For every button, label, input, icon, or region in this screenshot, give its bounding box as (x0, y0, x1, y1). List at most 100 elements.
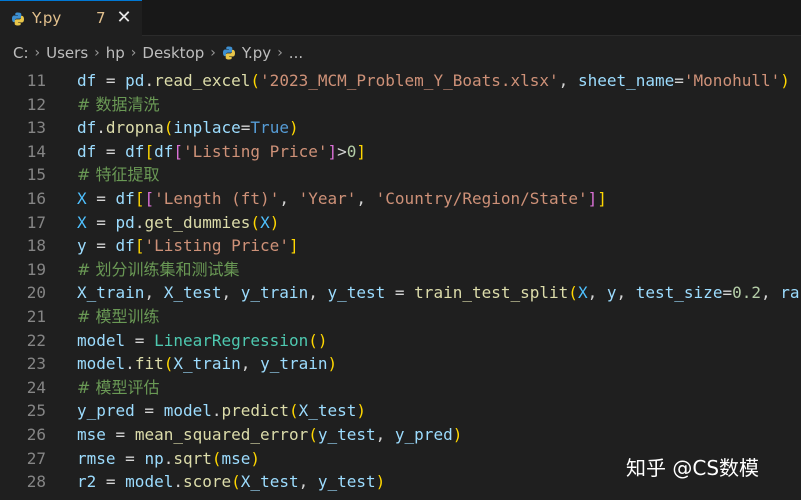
code-token: y_train (260, 354, 328, 374)
code-line[interactable]: 14 df = df[df['Listing Price']>0] (0, 140, 801, 164)
code-line[interactable]: 15 # 特征提取 (0, 163, 801, 187)
code-text: # 数据清洗 (77, 93, 160, 117)
editor-tab-bar: Y.py 7 ✕ (0, 0, 801, 36)
code-token: '2023_MCM_Problem_Y_Boats.xlsx' (260, 71, 559, 90)
code-token: mean_squared_error (134, 425, 309, 444)
code-line[interactable]: 18 y = df['Listing Price'] (0, 234, 801, 258)
python-icon (12, 12, 24, 26)
close-icon[interactable]: ✕ (116, 8, 132, 28)
code-line[interactable]: 20 X_train, X_test, y_train, y_test = tra… (0, 281, 801, 305)
code-token: df (115, 189, 135, 208)
code-token: ) (288, 118, 299, 138)
code-editor[interactable]: 11 df = pd.read_excel('2023_MCM_Problem_Y… (0, 69, 801, 500)
code-line[interactable]: 17 X = pd.get_dummies(X) (0, 211, 801, 235)
code-line[interactable]: 26 mse = mean_squared_error(y_test, y_pre… (0, 423, 801, 447)
code-line[interactable]: 24 # 模型评估 (0, 376, 801, 400)
code-token: LinearRegression (154, 330, 309, 350)
code-text: rmse = np.sqrt(mse) (77, 447, 260, 471)
breadcrumb-label: ... (288, 44, 304, 62)
breadcrumb-separator-icon: › (277, 45, 283, 61)
breadcrumb-label: Desktop (142, 44, 205, 62)
code-token: ( (308, 425, 318, 444)
code-token: ) (269, 212, 280, 232)
code-token: ( (163, 354, 174, 374)
code-token: inplace (173, 118, 241, 138)
code-token: predict (221, 401, 289, 421)
line-number: 13 (26, 118, 46, 138)
code-text: # 特征提取 (77, 163, 160, 187)
breadcrumb-item[interactable]: C: (13, 44, 29, 62)
code-token: # 数据清洗 (77, 94, 160, 114)
code-token: X_train (173, 354, 241, 374)
code-token: y_test (317, 425, 376, 444)
breadcrumb-item[interactable]: hp (106, 44, 125, 62)
breadcrumb-item[interactable]: Desktop (142, 44, 204, 62)
code-token: . (134, 212, 145, 232)
code-token: [ (144, 189, 155, 208)
code-token: , (144, 283, 164, 303)
code-token: rmse (77, 448, 116, 468)
code-token: score (182, 472, 232, 492)
code-line[interactable]: 12 # 数据清洗 (0, 93, 801, 117)
code-token: y_pred (394, 425, 453, 444)
code-token: pd (125, 71, 145, 90)
code-token: , (240, 354, 261, 374)
watermark-text: 知乎 @CS数模 (626, 456, 760, 480)
problem-count-badge: 7 (96, 9, 106, 27)
code-text: X_train, X_test, y_train, y_test = train… (77, 281, 801, 305)
code-line[interactable]: 11 df = pd.read_excel('2023_MCM_Problem_Y… (0, 69, 801, 93)
code-token: ] (597, 189, 607, 208)
code-token: # 特征提取 (77, 165, 160, 185)
breadcrumb-item[interactable]: ... (289, 44, 303, 62)
breadcrumb-item[interactable]: Y.py (222, 44, 271, 62)
code-token: ) (250, 448, 261, 468)
code-text: y = df['Listing Price'] (77, 234, 299, 258)
code-token: model (77, 354, 126, 374)
code-token: ran (780, 283, 801, 303)
breadcrumb-label: hp (105, 44, 125, 62)
breadcrumb-label: Y.py (241, 44, 272, 62)
code-token: # 划分训练集和测试集 (77, 259, 240, 279)
line-number: 18 (26, 236, 46, 256)
code-token: read_excel (154, 71, 251, 90)
code-token: model (163, 401, 212, 421)
breadcrumb-item[interactable]: Users (46, 44, 88, 62)
code-token: pd (115, 212, 135, 232)
line-number: 25 (26, 401, 46, 421)
code-line[interactable]: 19 # 划分训练集和测试集 (0, 258, 801, 282)
code-token: y_test (317, 472, 376, 492)
code-token: , (298, 472, 318, 492)
breadcrumb-separator-icon: › (94, 45, 100, 61)
code-token: ( (250, 71, 261, 90)
code-token: = (674, 71, 684, 90)
code-line[interactable]: 13 df.dropna(inplace=True) (0, 116, 801, 140)
code-text: df.dropna(inplace=True) (77, 116, 299, 140)
code-token: # 模型评估 (77, 377, 160, 397)
breadcrumb-separator-icon: › (34, 45, 41, 61)
code-token: = (385, 283, 415, 303)
line-number: 22 (26, 330, 46, 350)
code-line[interactable]: 21 # 模型训练 (0, 305, 801, 329)
code-token: . (125, 354, 135, 374)
python-icon (222, 46, 235, 60)
code-text: r2 = model.score(X_test, y_test) (77, 470, 385, 494)
code-token: model (77, 330, 126, 350)
code-token: , (587, 283, 607, 303)
code-token: = (86, 236, 116, 256)
code-text: y_pred = model.predict(X_test) (77, 399, 366, 423)
line-number: 16 (26, 189, 46, 208)
tab-y-py[interactable]: Y.py 7 ✕ (0, 0, 142, 36)
code-line[interactable]: 16 X = df[['Length (ft)', 'Year', 'Countr… (0, 187, 801, 211)
code-token: ) (327, 354, 338, 374)
code-token: ) (375, 472, 386, 492)
code-line[interactable]: 23 model.fit(X_train, y_train) (0, 352, 801, 376)
code-token: y_train (240, 283, 309, 303)
line-number: 12 (26, 94, 46, 114)
code-text: model.fit(X_train, y_train) (77, 352, 337, 376)
code-line[interactable]: 22 model = LinearRegression() (0, 329, 801, 353)
code-token: y_test (327, 283, 386, 303)
code-token: ( (568, 283, 578, 303)
code-token: ] (587, 189, 598, 208)
code-line[interactable]: 25 y_pred = model.predict(X_test) (0, 399, 801, 423)
code-token: ] (288, 236, 299, 256)
